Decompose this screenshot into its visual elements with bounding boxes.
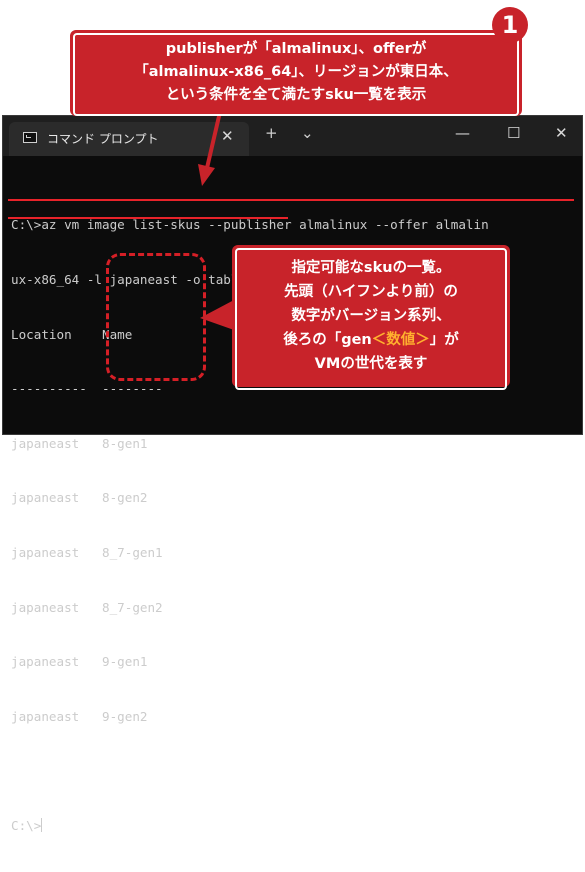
- prompt-line: C:\>: [11, 817, 42, 833]
- callout-line: 後ろの「gen＜数値＞」が: [237, 328, 505, 352]
- terminal-line: japaneast 9-gen1: [11, 654, 148, 670]
- terminal-line: japaneast 9-gen2: [11, 708, 148, 724]
- callout-command-description: publisherが「almalinux」、offerが 「almalinux-…: [70, 30, 522, 116]
- callout-line: という条件を全て満たすsku一覧を表示: [165, 87, 427, 103]
- terminal-line: japaneast 8-gen2: [11, 490, 148, 506]
- callout-line: 数字がバージョン系列、: [291, 308, 451, 324]
- sku-highlight-box: [106, 253, 206, 381]
- terminal-line: C:\>az vm image list-skus --publisher al…: [11, 217, 489, 233]
- terminal-icon: [23, 132, 37, 143]
- terminal-line: japaneast 8-gen1: [11, 435, 148, 451]
- tab-close-icon[interactable]: ✕: [221, 127, 234, 145]
- callout-text: 」が: [429, 332, 459, 348]
- maximize-button[interactable]: ☐: [507, 124, 520, 142]
- callout-line: VMの世代を表す: [314, 356, 428, 372]
- command-underline: [8, 199, 574, 201]
- tab-title: コマンド プロンプト: [47, 132, 159, 146]
- callout-text: 後ろの「gen: [283, 332, 372, 348]
- command-underline: [8, 217, 288, 219]
- dropdown-icon[interactable]: ⌄: [301, 124, 314, 142]
- callout-line: 指定可能なskuの一覧。: [291, 260, 451, 276]
- callout-sku-explanation: 指定可能なskuの一覧。 先頭（ハイフンより前）の 数字がバージョン系列、 後ろ…: [232, 245, 510, 390]
- minimize-button[interactable]: —: [455, 124, 470, 142]
- close-button[interactable]: ✕: [555, 124, 568, 142]
- new-tab-button[interactable]: +: [265, 124, 278, 142]
- callout-line: 先頭（ハイフンより前）の: [284, 284, 458, 300]
- step-number-badge: 1: [492, 7, 528, 43]
- tab-command-prompt[interactable]: コマンド プロンプト ✕: [9, 122, 249, 156]
- terminal-line: japaneast 8_7-gen1: [11, 544, 163, 560]
- title-bar: コマンド プロンプト ✕ + ⌄ — ☐ ✕: [3, 116, 582, 156]
- callout-line: publisherが「almalinux」、offerが: [165, 41, 427, 57]
- callout-line: 「almalinux-x86_64」、リージョンが東日本、: [134, 64, 458, 80]
- callout-highlight-text: ＜数値＞: [371, 332, 430, 348]
- text-cursor: [41, 817, 43, 832]
- terminal-line: japaneast 8_7-gen2: [11, 599, 163, 615]
